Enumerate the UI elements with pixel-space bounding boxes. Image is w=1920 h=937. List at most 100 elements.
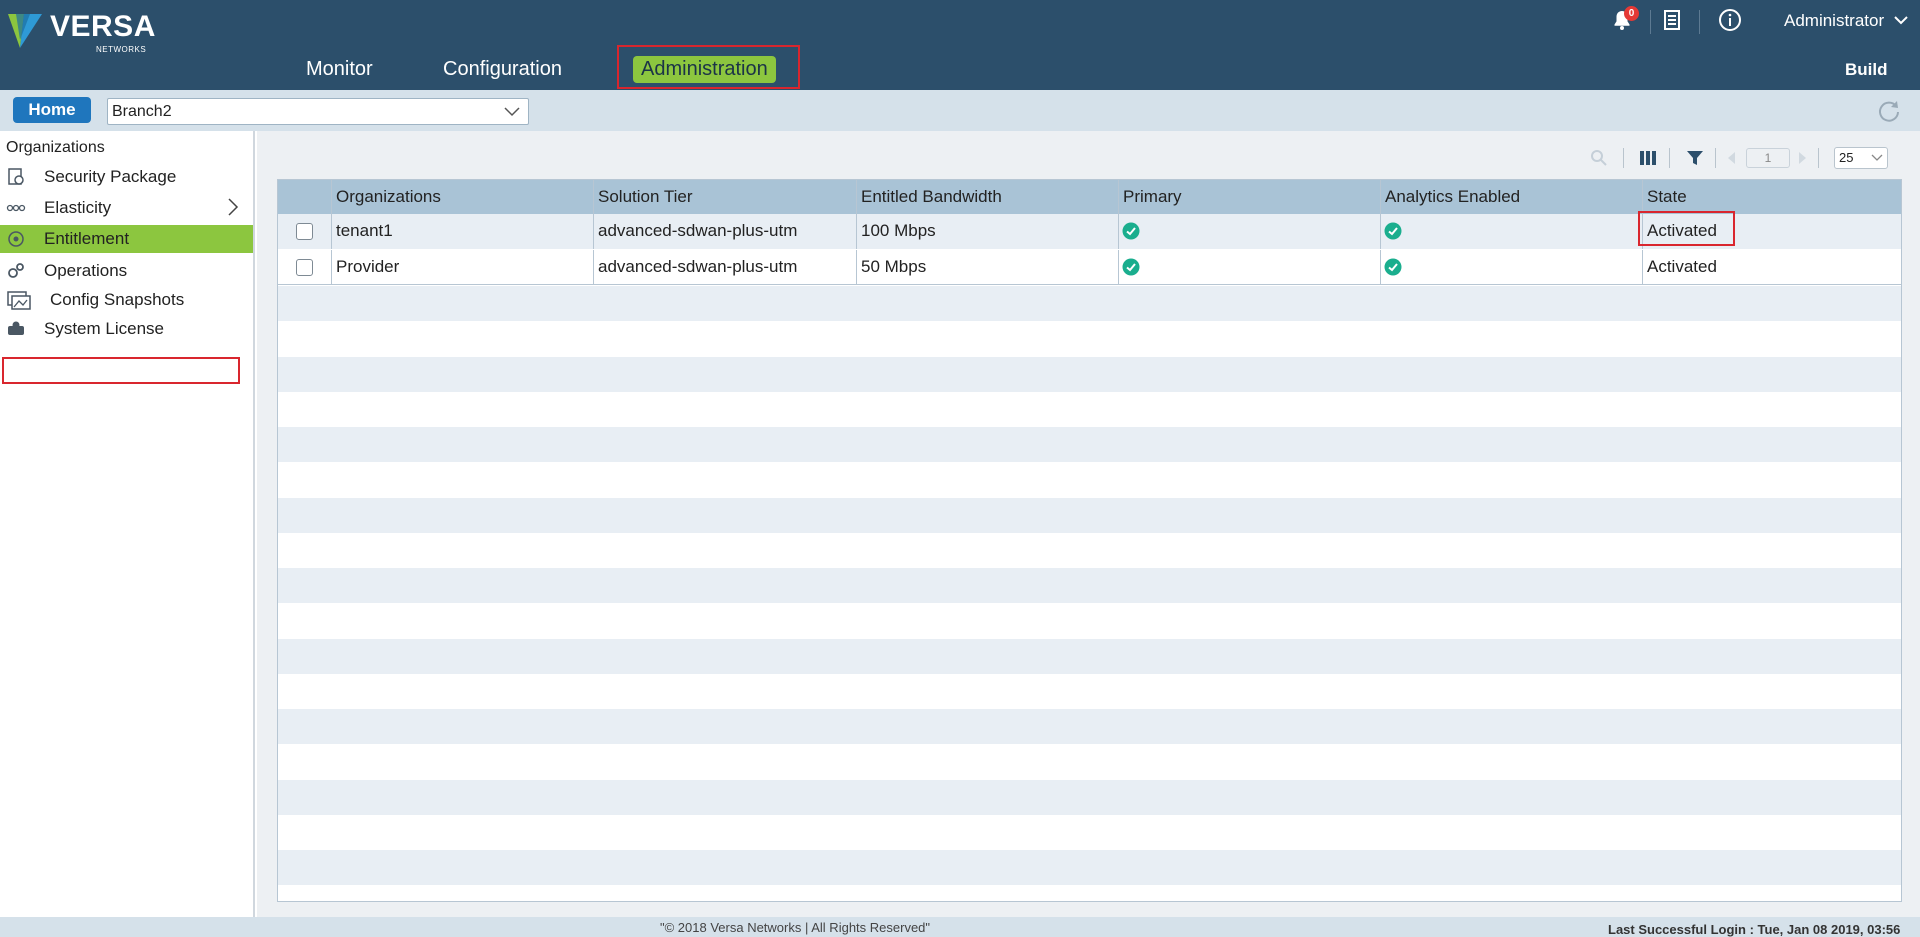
cell-analytics-enabled — [1381, 214, 1643, 249]
logo-subtext: NETWORKS — [96, 45, 147, 54]
empty-row — [278, 780, 1901, 815]
task-list-icon — [1664, 10, 1680, 30]
config-snapshots-icon — [7, 291, 31, 310]
search-settings-icon[interactable] — [1589, 148, 1609, 168]
empty-row — [278, 850, 1901, 885]
row-checkbox[interactable] — [296, 223, 313, 240]
build-button[interactable]: Build — [1845, 60, 1888, 80]
notification-badge: 0 — [1624, 6, 1639, 21]
sidebar-item-label: Elasticity — [44, 198, 112, 217]
home-button[interactable]: Home — [13, 97, 91, 123]
chevron-down-icon — [504, 107, 520, 117]
cell-organization: Provider — [332, 250, 594, 284]
prev-page-icon[interactable] — [1725, 150, 1739, 166]
notifications-button[interactable]: 0 — [1610, 6, 1639, 34]
cell-bandwidth: 100 Mbps — [857, 214, 1119, 249]
next-page-icon[interactable] — [1795, 150, 1809, 166]
sidebar-item-elasticity[interactable]: Elasticity — [0, 194, 253, 222]
sidebar-item-label: System License — [44, 319, 164, 338]
tab-configuration[interactable]: Configuration — [443, 58, 562, 81]
copyright-text: "© 2018 Versa Networks | All Rights Rese… — [660, 920, 931, 935]
check-circle-icon — [1122, 258, 1140, 276]
sidebar-title: Organizations — [6, 139, 105, 156]
last-login-text: Last Successful Login : Tue, Jan 08 2019… — [1608, 922, 1901, 937]
entitlement-icon — [8, 231, 24, 247]
appliance-select-value: Branch2 — [112, 103, 172, 120]
empty-row — [278, 568, 1901, 603]
row-select-cell — [278, 250, 332, 284]
sidebar-item-entitlement[interactable]: Entitlement — [0, 225, 253, 253]
row-checkbox[interactable] — [296, 259, 313, 276]
cell-primary — [1119, 214, 1381, 249]
sidebar-item-label: Operations — [44, 261, 128, 280]
sidebar-item-label: Security Package — [44, 167, 177, 186]
divider — [1699, 10, 1700, 34]
empty-row — [278, 709, 1901, 744]
cell-analytics-enabled — [1381, 250, 1643, 284]
page-number-input[interactable]: 1 — [1746, 148, 1790, 168]
cell-organization: tenant1 — [332, 214, 594, 249]
filter-icon[interactable] — [1685, 148, 1705, 168]
info-icon — [1719, 9, 1741, 31]
highlight-administration — [617, 45, 800, 89]
sidebar-item-label: Config Snapshots — [50, 290, 185, 309]
cell-state: Activated — [1647, 257, 1717, 276]
top-header: VERSA NETWORKS Monitor Configuration Adm… — [0, 0, 1920, 90]
empty-row — [278, 357, 1901, 392]
column-header-analytics-enabled[interactable]: Analytics Enabled — [1381, 180, 1643, 214]
chevron-down-icon — [1871, 154, 1883, 161]
check-circle-icon — [1122, 222, 1140, 240]
column-header-organizations[interactable]: Organizations — [332, 180, 594, 214]
entitlement-table: Organizations Solution Tier Entitled Ban… — [277, 179, 1902, 902]
sidebar-item-security-package[interactable]: Security Package — [0, 163, 253, 191]
divider — [1623, 148, 1624, 168]
sidebar: Organizations Security Package Elasticit… — [0, 131, 255, 917]
divider — [1818, 148, 1819, 168]
cell-primary — [1119, 250, 1381, 284]
operations-icon — [8, 263, 24, 278]
tab-monitor[interactable]: Monitor — [306, 58, 373, 81]
table-header-row: Organizations Solution Tier Entitled Ban… — [278, 180, 1901, 214]
column-header-entitled-bandwidth[interactable]: Entitled Bandwidth — [857, 180, 1119, 214]
sidebar-item-operations[interactable]: Operations — [0, 257, 253, 285]
columns-icon[interactable] — [1638, 148, 1658, 168]
column-header-solution-tier[interactable]: Solution Tier — [594, 180, 857, 214]
tasks-button[interactable] — [1660, 8, 1686, 34]
sidebar-item-label: Entitlement — [44, 229, 130, 248]
refresh-icon[interactable] — [1876, 98, 1902, 124]
user-name: Administrator — [1784, 11, 1885, 30]
footer: "© 2018 Versa Networks | All Rights Rese… — [0, 917, 1920, 937]
divider — [1650, 10, 1651, 34]
divider — [1669, 148, 1670, 168]
empty-row — [278, 286, 1901, 321]
sidebar-item-system-license[interactable]: System License — [0, 315, 253, 343]
sidebar-item-config-snapshots[interactable]: Config Snapshots — [0, 286, 253, 314]
context-bar: Home Branch2 — [0, 90, 1920, 131]
elasticity-icon — [6, 204, 26, 212]
versa-logo-icon — [8, 14, 42, 48]
page-size-value: 25 — [1839, 150, 1854, 165]
versa-logo[interactable]: VERSA NETWORKS — [6, 8, 156, 54]
divider — [1715, 148, 1716, 168]
check-circle-icon — [1384, 258, 1402, 276]
appliance-select[interactable]: Branch2 — [107, 98, 529, 125]
cell-solution-tier: advanced-sdwan-plus-utm — [594, 250, 857, 284]
security-package-icon — [8, 168, 24, 185]
user-menu[interactable]: Administrator — [1784, 11, 1909, 31]
chevron-down-icon — [1894, 16, 1908, 25]
info-button[interactable] — [1718, 8, 1744, 34]
table-row[interactable]: Provider advanced-sdwan-plus-utm 50 Mbps… — [278, 250, 1901, 285]
empty-row — [278, 639, 1901, 674]
highlight-state-activated — [1638, 211, 1735, 246]
chevron-right-icon[interactable] — [224, 196, 242, 218]
cell-solution-tier: advanced-sdwan-plus-utm — [594, 214, 857, 249]
empty-row — [278, 498, 1901, 533]
cell-bandwidth: 50 Mbps — [857, 250, 1119, 284]
column-header-primary[interactable]: Primary — [1119, 180, 1381, 214]
empty-row — [278, 427, 1901, 462]
page-size-select[interactable]: 25 — [1834, 147, 1888, 169]
header-select-cell — [278, 180, 332, 214]
row-select-cell — [278, 214, 332, 249]
check-circle-icon — [1384, 222, 1402, 240]
column-header-state[interactable]: State — [1643, 180, 1901, 214]
